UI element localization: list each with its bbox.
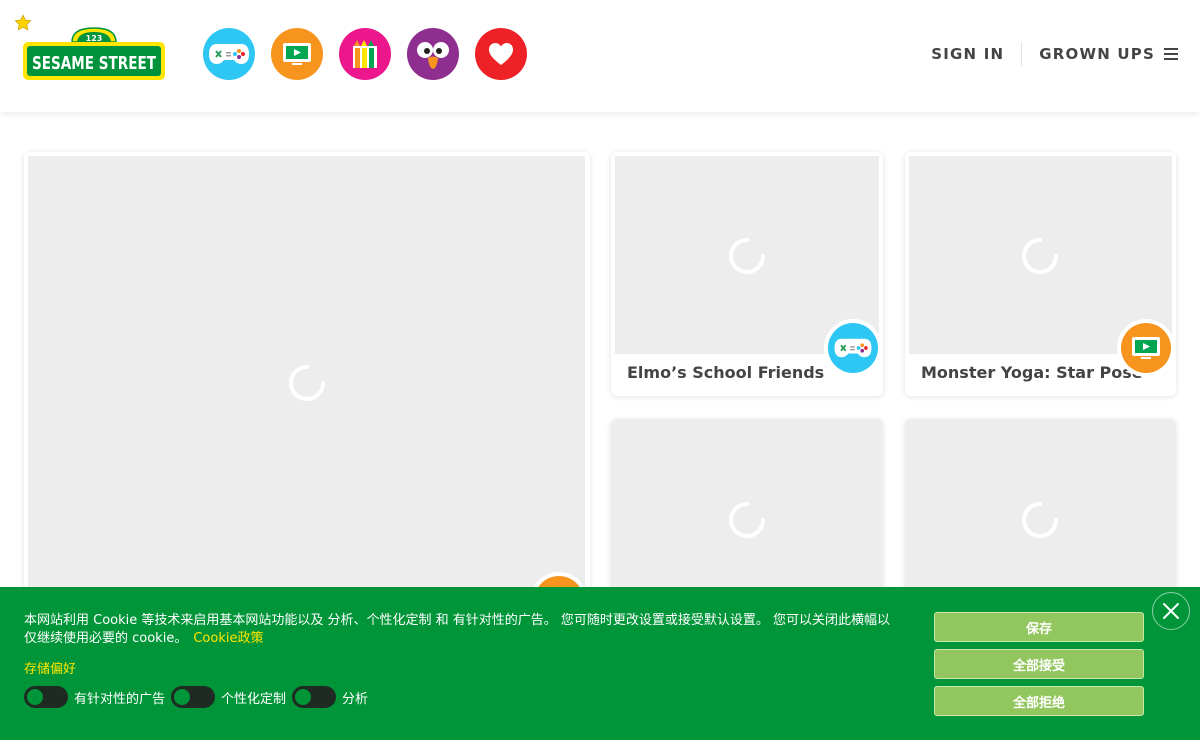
featured-card[interactable]: [24, 152, 590, 612]
cookie-message-text: 本网站利用 Cookie 等技术来启用基本网站功能以及 分析、个性化定制 和 有…: [24, 613, 891, 646]
video-card[interactable]: Monster Yoga: Star Pose: [905, 152, 1176, 396]
video-screen-icon: [1132, 337, 1160, 359]
reject-all-button[interactable]: 全部拒绝: [934, 686, 1144, 716]
game-card[interactable]: Elmo’s School Friends: [611, 152, 883, 396]
cookie-consent-banner: 本网站利用 Cookie 等技术来启用基本网站功能以及 分析、个性化定制 和 有…: [0, 587, 1200, 740]
grown-ups-label: GROWN UPS: [1039, 45, 1155, 63]
loading-spinner-icon: [729, 238, 765, 274]
sign-in-link[interactable]: SIGN IN: [931, 45, 1021, 63]
category-nav: [203, 28, 527, 80]
toggle-analytics: 分析: [292, 686, 368, 708]
toggle-label: 有针对性的广告: [74, 691, 166, 707]
game-controller-icon: [209, 44, 249, 64]
card-title: Monster Yoga: Star Pose: [921, 363, 1143, 382]
storage-preferences-link[interactable]: 存储偏好: [24, 658, 76, 677]
consent-toggles: 有针对性的广告 个性化定制 分析: [24, 686, 374, 708]
game-badge: [824, 319, 882, 377]
crayons-icon: [353, 40, 377, 68]
nav-favorites-button[interactable]: [475, 28, 527, 80]
cookie-policy-link[interactable]: Cookie政策: [193, 631, 263, 646]
nav-characters-button[interactable]: [407, 28, 459, 80]
loading-spinner-icon: [1022, 502, 1058, 538]
video-badge: [1117, 319, 1175, 377]
bird-face-icon: [417, 42, 449, 69]
toggle-targeted-ads: 有针对性的广告: [24, 686, 165, 708]
loading-spinner-icon: [1022, 238, 1058, 274]
svg-text:123: 123: [86, 34, 103, 43]
game-controller-icon: [834, 338, 872, 358]
close-banner-button[interactable]: [1152, 592, 1190, 630]
targeted-ads-switch[interactable]: [24, 686, 68, 708]
nav-art-button[interactable]: [339, 28, 391, 80]
cookie-message: 本网站利用 Cookie 等技术来启用基本网站功能以及 分析、个性化定制 和 有…: [24, 612, 892, 648]
analytics-switch[interactable]: [292, 686, 337, 708]
nav-games-button[interactable]: [203, 28, 255, 80]
heart-icon: [489, 43, 513, 65]
nav-videos-button[interactable]: [271, 28, 323, 80]
toggle-label: 个性化定制: [221, 691, 287, 707]
header-actions: SIGN IN GROWN UPS: [931, 42, 1178, 66]
toggle-label: 分析: [342, 691, 369, 707]
hamburger-menu-icon: [1164, 48, 1178, 60]
personalization-switch[interactable]: [171, 686, 216, 708]
sesame-street-logo[interactable]: 123 SESAME STREET: [22, 26, 166, 82]
close-icon: [1163, 603, 1179, 619]
site-header: 123 SESAME STREET SIGN IN GROWN UPS: [0, 0, 1200, 112]
video-screen-icon: [283, 43, 311, 65]
loading-spinner-icon: [729, 502, 765, 538]
loading-spinner-icon: [289, 365, 325, 401]
card-title: Elmo’s School Friends: [627, 363, 825, 382]
svg-text:SESAME STREET: SESAME STREET: [32, 53, 157, 74]
toggle-personalization: 个性化定制: [171, 686, 286, 708]
grown-ups-menu-button[interactable]: GROWN UPS: [1022, 45, 1178, 63]
accept-all-button[interactable]: 全部接受: [934, 649, 1144, 679]
save-button[interactable]: 保存: [934, 612, 1144, 642]
